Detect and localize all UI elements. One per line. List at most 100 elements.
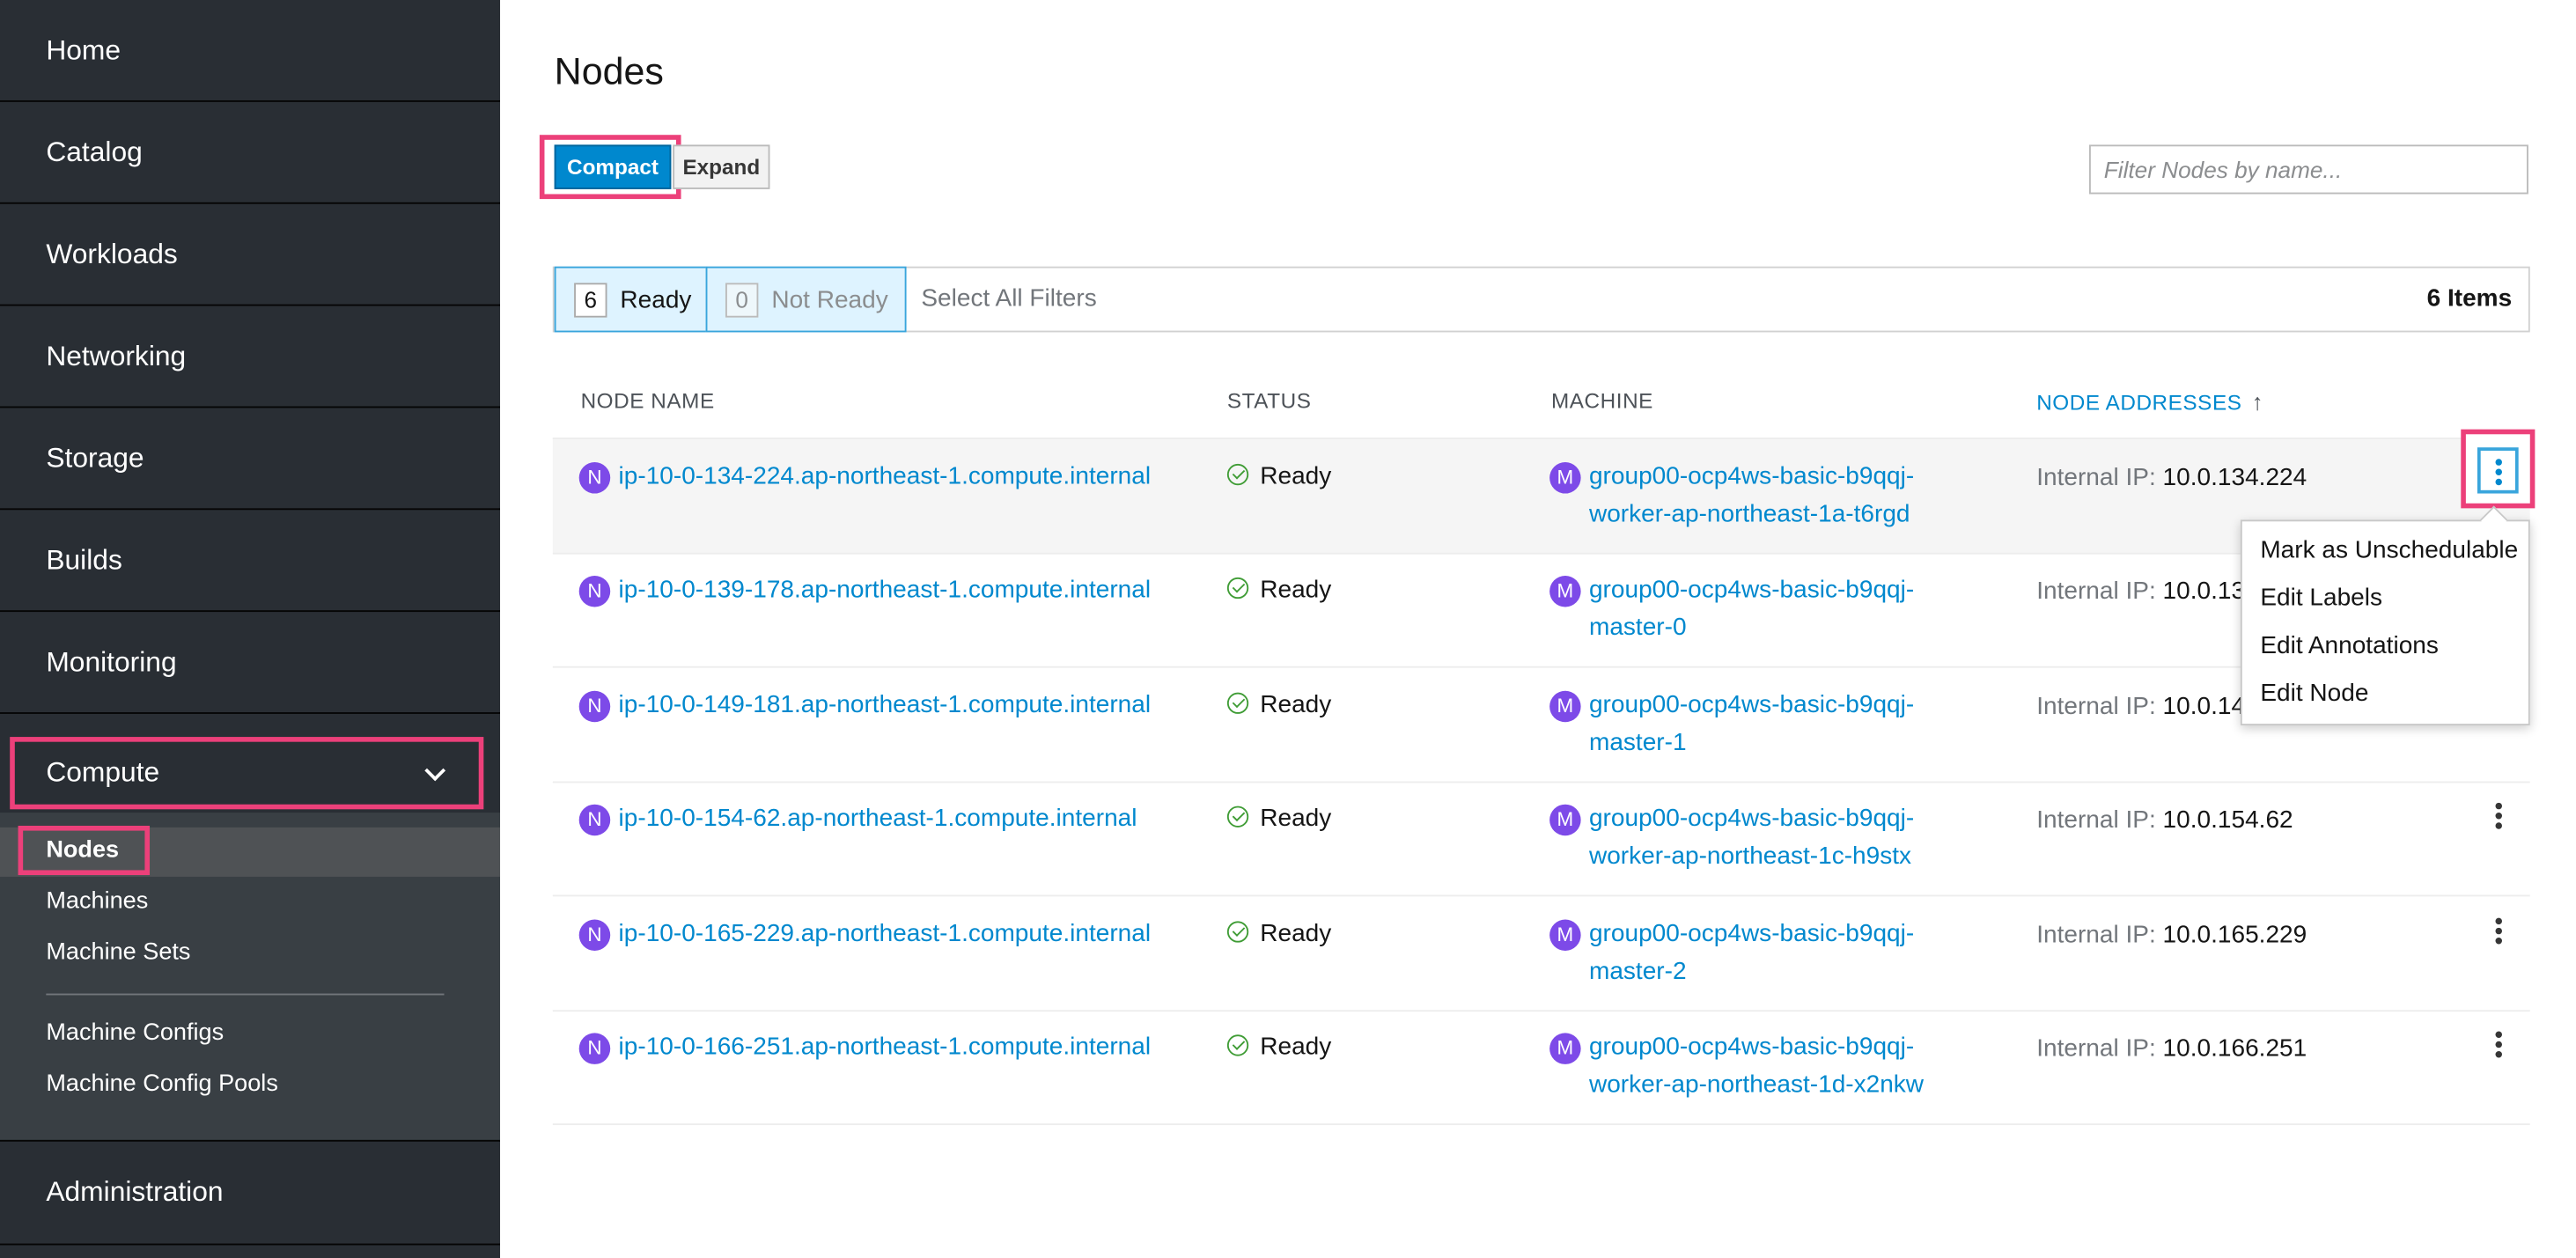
nav-item-label: Compute: [46, 756, 160, 789]
node-name-link[interactable]: ip-10-0-139-178.ap-northeast-1.compute.i…: [619, 570, 1152, 608]
internal-ip: Internal IP: 10.0.149: [2036, 693, 2258, 721]
menu-item-edit-annotations[interactable]: Edit Annotations: [2260, 632, 2439, 660]
subnav-item-machines[interactable]: Machines: [46, 888, 148, 915]
node-badge: N: [578, 1033, 611, 1064]
nav-item-administration[interactable]: Administration: [0, 1139, 501, 1246]
machine-badge: M: [1549, 919, 1581, 951]
ip-label: Internal IP:: [2036, 806, 2156, 835]
not-ready-label: Not Ready: [771, 285, 888, 313]
menu-item-edit-labels[interactable]: Edit Labels: [2260, 584, 2382, 612]
nav-item-workloads[interactable]: Workloads: [0, 204, 501, 306]
node-badge: N: [578, 804, 611, 836]
machine-link-line1[interactable]: group00-ocp4ws-basic-b9qqj-: [1589, 915, 1914, 953]
machine-link-line2[interactable]: worker-ap-northeast-1d-x2nkw: [1589, 1066, 1924, 1104]
nav-item-catalog[interactable]: Catalog: [0, 102, 501, 204]
machine-link-line2[interactable]: master-1: [1589, 724, 1687, 761]
machine-link-line1[interactable]: group00-ocp4ws-basic-b9qqj-: [1589, 457, 1914, 495]
check-circle-icon: [1226, 806, 1249, 828]
compute-subnav: Nodes Machines Machine Sets Machine Conf…: [0, 813, 501, 1140]
node-status: Ready: [1260, 690, 1332, 719]
ip-value: 10.0.154.62: [2162, 806, 2293, 835]
kebab-icon[interactable]: [2491, 802, 2507, 835]
kebab-icon[interactable]: [2491, 459, 2507, 491]
filter-chip-not-ready[interactable]: 0 Not Ready: [705, 266, 907, 333]
machine-link-line2[interactable]: worker-ap-northeast-1c-h9stx: [1589, 837, 1911, 875]
ip-value: 10.0.134.224: [2162, 463, 2307, 492]
internal-ip: Internal IP: 10.0.165.229: [2036, 921, 2307, 949]
machine-link-line2[interactable]: master-2: [1589, 953, 1687, 990]
kebab-icon[interactable]: [2491, 917, 2507, 951]
ip-value: 10.0.165.229: [2162, 921, 2307, 950]
ip-label: Internal IP:: [2036, 1034, 2156, 1063]
machine-link-line1[interactable]: group00-ocp4ws-basic-b9qqj-: [1589, 799, 1914, 837]
column-header-node-addresses[interactable]: NODE ADDRESSES ↑: [2036, 388, 2263, 415]
menu-item-edit-node[interactable]: Edit Node: [2260, 680, 2368, 708]
internal-ip: Internal IP: 10.0.139: [2036, 578, 2258, 606]
machine-badge: M: [1549, 804, 1581, 836]
subnav-item-machine-config-pools[interactable]: Machine Config Pools: [46, 1070, 278, 1097]
check-circle-icon: [1226, 577, 1249, 600]
chevron-down-icon: [424, 759, 446, 781]
check-circle-icon: [1226, 1034, 1249, 1056]
machine-badge: M: [1549, 575, 1581, 607]
expand-view-button[interactable]: Expand: [673, 144, 770, 189]
nav-item-compute[interactable]: Compute: [10, 737, 484, 810]
machine-link-line1[interactable]: group00-ocp4ws-basic-b9qqj-: [1589, 686, 1914, 724]
ip-label: Internal IP:: [2036, 692, 2156, 721]
menu-item-mark-unschedulable[interactable]: Mark as Unschedulable: [2260, 536, 2518, 564]
sidebar: Home Catalog Workloads Networking Storag…: [0, 0, 501, 1258]
internal-ip: Internal IP: 10.0.134.224: [2036, 464, 2307, 492]
row-actions-menu: Mark as Unschedulable Edit Labels Edit A…: [2240, 519, 2530, 726]
subnav-item-machine-configs[interactable]: Machine Configs: [46, 1019, 224, 1046]
nav-item-label: Home: [46, 33, 121, 65]
filter-chip-ready[interactable]: 6 Ready: [554, 266, 708, 333]
nav-item-label: Networking: [46, 339, 187, 372]
check-circle-icon: [1226, 463, 1249, 486]
node-status: Ready: [1260, 1033, 1332, 1062]
compact-view-button[interactable]: Compact: [554, 144, 672, 189]
kebab-icon[interactable]: [2491, 1031, 2507, 1064]
column-header-label: NODE ADDRESSES: [2036, 389, 2242, 415]
nav-item-networking[interactable]: Networking: [0, 306, 501, 408]
node-badge: N: [578, 575, 611, 607]
column-header-node-name[interactable]: NODE NAME: [581, 388, 715, 413]
ready-count: 6: [574, 282, 607, 317]
nav-item-storage[interactable]: Storage: [0, 408, 501, 511]
machine-link-line2[interactable]: master-0: [1589, 608, 1687, 646]
check-circle-icon: [1226, 921, 1249, 943]
node-name-link[interactable]: ip-10-0-134-224.ap-northeast-1.compute.i…: [619, 457, 1152, 495]
node-status: Ready: [1260, 804, 1332, 833]
subnav-item-machine-sets[interactable]: Machine Sets: [46, 939, 190, 966]
node-name-link[interactable]: ip-10-0-166-251.ap-northeast-1.compute.i…: [619, 1028, 1152, 1066]
nav-item-builds[interactable]: Builds: [0, 510, 501, 613]
column-header-status[interactable]: STATUS: [1227, 388, 1312, 413]
ip-label: Internal IP:: [2036, 921, 2156, 950]
nav-item-label: Monitoring: [46, 645, 177, 677]
status-filter-bar: 6 Ready 0 Not Ready Select All Filters 6…: [552, 266, 2530, 333]
nav-item-home[interactable]: Home: [0, 0, 501, 102]
node-name-link[interactable]: ip-10-0-154-62.ap-northeast-1.compute.in…: [619, 799, 1137, 837]
nav-item-monitoring[interactable]: Monitoring: [0, 612, 501, 714]
machine-link-line2[interactable]: worker-ap-northeast-1a-t6rgd: [1589, 495, 1910, 533]
items-count: 6 Items: [2426, 284, 2513, 313]
nav-item-label: Catalog: [46, 136, 143, 167]
page-title: Nodes: [554, 49, 664, 92]
internal-ip: Internal IP: 10.0.154.62: [2036, 806, 2293, 835]
ready-label: Ready: [620, 285, 692, 313]
app-root: Home Catalog Workloads Networking Storag…: [0, 0, 2576, 1258]
ip-value: 10.0.166.251: [2162, 1034, 2307, 1063]
nav-item-label: Administration: [46, 1175, 224, 1208]
machine-link-line1[interactable]: group00-ocp4ws-basic-b9qqj-: [1589, 1028, 1914, 1066]
machine-link-line1[interactable]: group00-ocp4ws-basic-b9qqj-: [1589, 570, 1914, 608]
select-all-filters-link[interactable]: Select All Filters: [921, 284, 1096, 313]
node-name-link[interactable]: ip-10-0-149-181.ap-northeast-1.compute.i…: [619, 686, 1152, 724]
check-circle-icon: [1226, 692, 1249, 714]
node-status: Ready: [1260, 462, 1332, 490]
node-name-link[interactable]: ip-10-0-165-229.ap-northeast-1.compute.i…: [619, 915, 1152, 953]
node-badge: N: [578, 690, 611, 723]
filter-nodes-input[interactable]: [2088, 144, 2528, 195]
column-header-machine[interactable]: MACHINE: [1551, 388, 1653, 413]
machine-badge: M: [1549, 1033, 1581, 1064]
not-ready-count: 0: [725, 282, 759, 317]
subnav-item-nodes[interactable]: Nodes: [46, 837, 119, 864]
